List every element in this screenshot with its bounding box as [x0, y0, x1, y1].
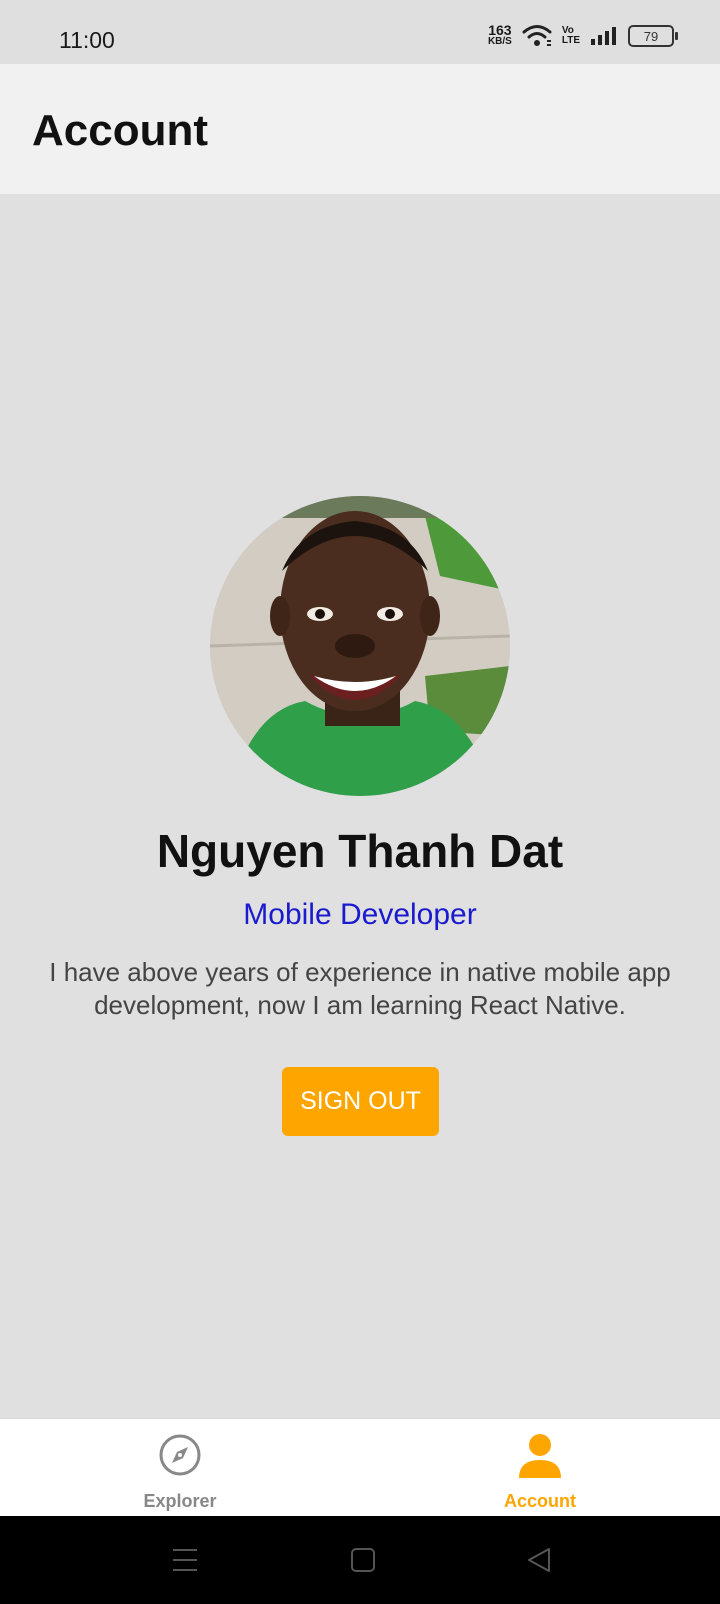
profile-name: Nguyen Thanh Dat: [156, 825, 564, 877]
page-title: Account: [32, 106, 208, 155]
wifi-icon: [522, 25, 552, 46]
compass-icon: [159, 1434, 201, 1476]
avatar-photo: [210, 496, 510, 796]
bottom-tab-bar: Explorer Account: [0, 1418, 720, 1517]
network-speed-value: 163: [488, 22, 512, 38]
tab-label-explorer: Explorer: [143, 1491, 217, 1511]
battery-indicator: 79: [628, 25, 678, 47]
tab-account[interactable]: Account: [360, 1419, 720, 1517]
signal-icon: [591, 27, 616, 45]
person-icon: [519, 1434, 561, 1478]
network-speed: 163 KB/S: [487, 22, 512, 48]
volte-bottom: LTE: [561, 35, 580, 46]
status-bar: 11:00 163 KB/S Vo LTE 79: [0, 0, 720, 64]
network-speed-unit: KB/S: [487, 36, 512, 47]
profile-role: Mobile Developer: [243, 898, 477, 931]
volte-indicator: Vo LTE: [562, 26, 580, 46]
system-navigation-bar: [0, 1516, 720, 1604]
status-icons: 163 KB/S Vo LTE 79: [487, 22, 678, 48]
profile-section: Nguyen Thanh Dat Mobile Developer I have…: [0, 194, 720, 1418]
tab-explorer[interactable]: Explorer: [0, 1419, 360, 1517]
home-square-icon[interactable]: [350, 1546, 376, 1574]
status-time: 11:00: [59, 27, 115, 53]
tab-label-account: Account: [504, 1491, 576, 1511]
back-triangle-icon[interactable]: [526, 1546, 552, 1574]
menu-icon[interactable]: [172, 1546, 198, 1574]
avatar: [210, 496, 510, 796]
battery-level: 79: [643, 28, 659, 44]
profile-bio: I have above years of experience in nati…: [49, 957, 671, 1020]
app-header: Account: [0, 64, 720, 194]
sign-out-button[interactable]: SIGN OUT: [282, 1067, 439, 1136]
